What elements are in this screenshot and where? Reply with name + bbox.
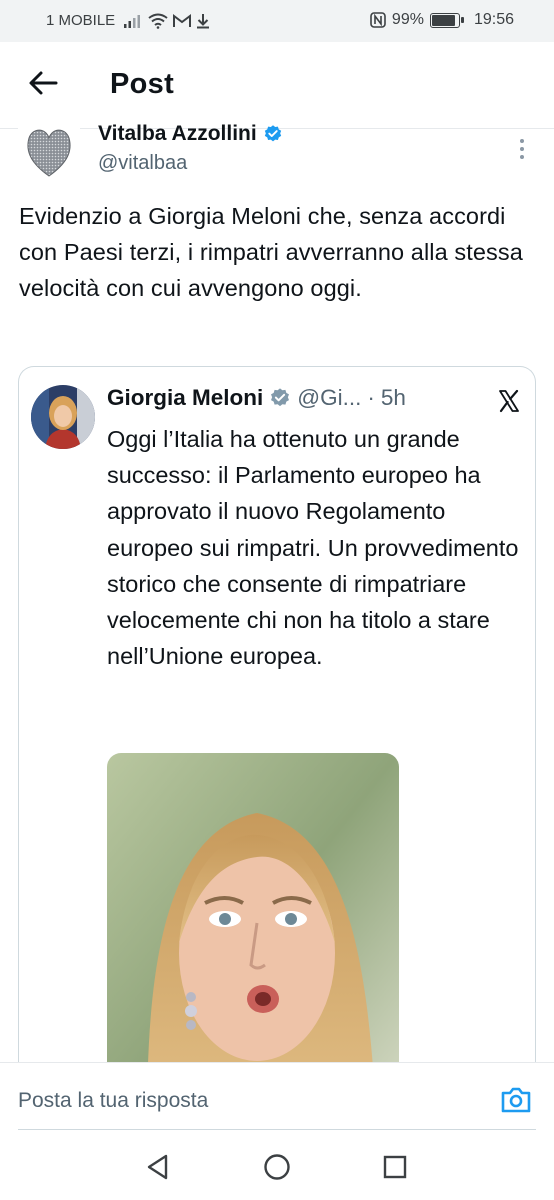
verified-badge-icon	[271, 388, 290, 407]
heart-avatar-image	[18, 128, 80, 180]
status-bar-left: 1 MOBILE	[46, 12, 210, 29]
page-title: Post	[110, 68, 175, 100]
author-handle[interactable]: @vitalbaa	[98, 152, 187, 175]
top-app-bar: Post	[0, 42, 554, 129]
back-triangle-icon[interactable]	[143, 1152, 173, 1182]
signal-icon	[124, 14, 141, 28]
quoted-avatar[interactable]	[31, 385, 95, 449]
quoted-author-name[interactable]: Giorgia Meloni	[107, 385, 263, 411]
arrow-left-icon[interactable]	[26, 66, 60, 100]
quoted-post[interactable]: Giorgia Meloni @Gi... · 5h Oggi l’Italia…	[18, 366, 536, 1127]
carrier-label: 1 MOBILE	[46, 12, 116, 29]
reply-bar: Posta la tua risposta	[0, 1062, 554, 1131]
nfc-icon	[370, 12, 386, 28]
author-name[interactable]: Vitalba Azzollini	[98, 122, 283, 146]
quoted-author-handle[interactable]: @Gi...	[297, 385, 361, 411]
reply-input[interactable]: Posta la tua risposta	[18, 1089, 208, 1113]
home-circle-icon[interactable]	[262, 1152, 292, 1182]
quoted-post-text: Oggi l’Italia ha ottenuto un grande succ…	[107, 426, 519, 670]
recents-square-icon[interactable]	[380, 1152, 410, 1182]
status-bar-right: 99% 19:56	[370, 11, 514, 29]
avatar[interactable]	[18, 128, 80, 180]
clock: 19:56	[473, 11, 514, 28]
verified-badge-icon	[264, 125, 281, 142]
x-logo-icon	[499, 389, 519, 413]
quoted-timestamp[interactable]: 5h	[381, 385, 406, 411]
system-nav-bar	[0, 1130, 554, 1200]
download-icon	[197, 13, 210, 28]
gmail-icon	[173, 13, 192, 27]
author-name-text: Vitalba Azzollini	[98, 122, 257, 145]
post-text: Evidenzio a Giorgia Meloni che, senza ac…	[19, 203, 523, 301]
battery-percent: 99%	[391, 11, 424, 28]
more-vertical-icon[interactable]	[512, 136, 532, 162]
battery-icon	[429, 12, 464, 28]
camera-icon[interactable]	[500, 1085, 532, 1115]
status-bar: 1 MOBILE 99% 19:56	[0, 0, 554, 42]
wifi-icon	[148, 13, 168, 29]
quoted-header: Giorgia Meloni @Gi... · 5h	[107, 385, 406, 411]
portrait-avatar-image	[31, 385, 95, 449]
quoted-separator: ·	[367, 385, 375, 410]
